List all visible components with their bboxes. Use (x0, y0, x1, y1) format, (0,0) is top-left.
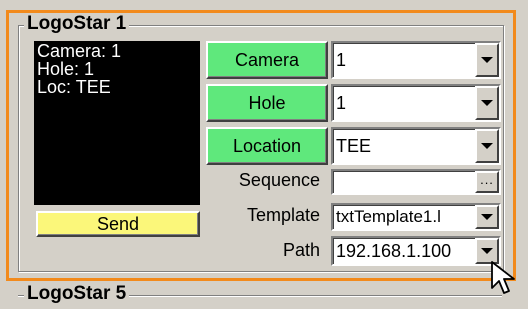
camera-select-value: 1 (336, 50, 347, 70)
camera-button[interactable]: Camera (206, 41, 328, 79)
chevron-down-icon[interactable] (475, 43, 499, 77)
hole-select[interactable]: 1 (331, 84, 501, 122)
location-select[interactable]: TEE (331, 127, 501, 165)
location-button[interactable]: Location (206, 127, 328, 165)
status-hole-line: Hole: 1 (37, 59, 95, 79)
path-select[interactable]: 192.168.1.100 (331, 236, 501, 266)
chevron-down-icon[interactable] (475, 205, 499, 229)
group-title-2: LogoStar 5 (24, 284, 130, 304)
chevron-down-icon[interactable] (475, 129, 499, 163)
location-select-value: TEE (336, 136, 372, 156)
sequence-field[interactable]: ... (331, 169, 501, 195)
group-title: LogoStar 1 (24, 14, 130, 34)
template-select[interactable]: txtTemplate1.l (331, 203, 501, 231)
send-button[interactable]: Send (36, 211, 200, 237)
status-location-line: Loc: TEE (37, 77, 111, 97)
path-select-value: 192.168.1.100 (336, 241, 452, 261)
ellipsis-icon: ... (480, 172, 494, 187)
status-camera-line: Camera: 1 (37, 41, 122, 61)
status-display: Camera: 1 Hole: 1 Loc: TEE (34, 41, 200, 205)
browse-button[interactable]: ... (475, 171, 499, 193)
camera-select[interactable]: 1 (331, 41, 501, 79)
path-label: Path (282, 240, 320, 260)
hole-select-value: 1 (336, 93, 347, 113)
template-select-value: txtTemplate1.l (336, 207, 441, 226)
mouse-cursor-icon (491, 261, 515, 294)
chevron-down-icon[interactable] (475, 86, 499, 120)
hole-button[interactable]: Hole (206, 84, 328, 122)
template-label: Template (246, 205, 320, 225)
sequence-label: Sequence (238, 170, 320, 190)
